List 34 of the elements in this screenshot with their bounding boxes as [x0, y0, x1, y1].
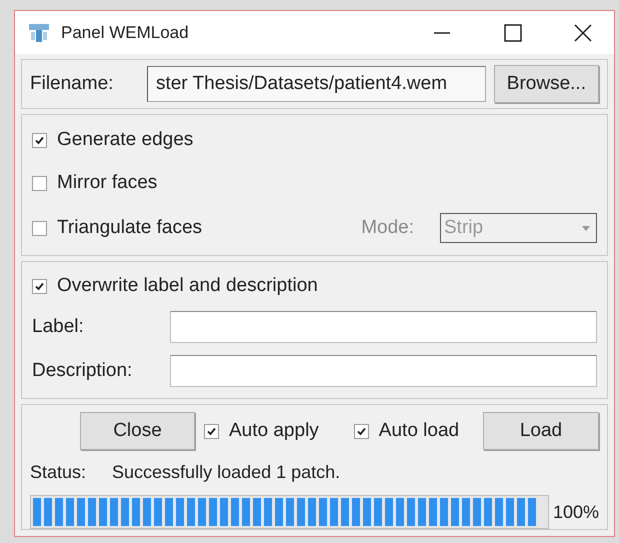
text-field[interactable]: [170, 311, 597, 343]
load-button[interactable]: Load: [483, 412, 599, 450]
status-text: Successfully loaded 1 patch.: [112, 461, 340, 484]
check-icon: [206, 426, 217, 436]
checkbox-label: Auto apply: [229, 418, 319, 443]
window-title: Panel WEMLoad: [61, 22, 189, 44]
checkbox[interactable]: [32, 132, 47, 148]
browse-button[interactable]: Browse...: [494, 65, 599, 104]
caret-icon: [582, 226, 590, 230]
checkbox-label: Mirror faces: [57, 170, 158, 195]
field-label: Description:: [32, 358, 134, 383]
checkbox-label: Auto load: [378, 418, 460, 443]
checkbox[interactable]: [354, 424, 369, 438]
check-icon: [34, 280, 45, 292]
maximize-icon[interactable]: [504, 24, 522, 42]
checkbox[interactable]: [32, 278, 47, 294]
check-icon: [34, 134, 45, 146]
checkbox[interactable]: [32, 176, 47, 190]
close-button[interactable]: Close: [80, 412, 195, 450]
checkbox[interactable]: [204, 424, 219, 438]
filename-field[interactable]: ster Thesis/Datasets/patient4.wem: [146, 66, 486, 102]
filename-label: Filename:: [30, 72, 114, 96]
app-icon: [27, 22, 51, 44]
field-label: Label:: [32, 314, 85, 339]
checkbox[interactable]: [32, 220, 47, 236]
mode-label: Mode:: [361, 216, 414, 240]
check-icon: [356, 426, 367, 436]
progress-reading: 100%: [552, 500, 599, 524]
checkbox-label: Triangulate faces: [57, 216, 202, 240]
status-label: Status:: [30, 461, 86, 484]
close-icon[interactable]: [574, 24, 592, 42]
checkbox-label: Overwrite label and description: [57, 274, 318, 298]
checkbox-label: Generate edges: [57, 128, 194, 152]
text-field[interactable]: [170, 355, 597, 387]
